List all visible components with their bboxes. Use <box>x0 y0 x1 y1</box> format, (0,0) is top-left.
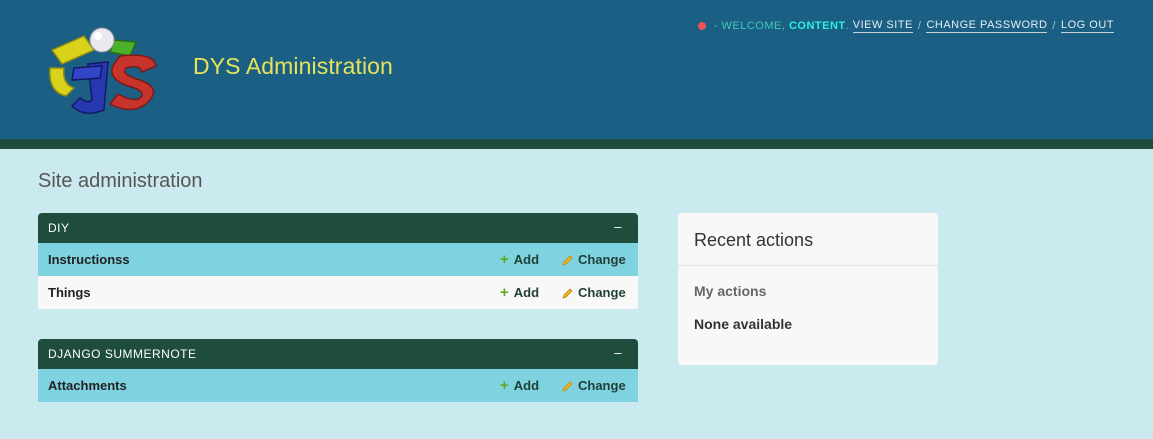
user-tools: - Welcome, content . View site / Change … <box>697 19 1114 33</box>
recent-actions-panel: Recent actions My actions None available <box>678 213 938 365</box>
log-out-link[interactable]: Log out <box>1060 19 1114 33</box>
view-site-link[interactable]: View site <box>852 19 913 33</box>
add-button[interactable]: + Add <box>500 252 539 267</box>
add-label: Add <box>513 378 540 393</box>
pencil-icon <box>562 254 573 266</box>
app-module-diy: DIY – Instructionss + Add Change Things … <box>38 213 638 309</box>
plus-icon: + <box>500 251 509 268</box>
module-caption[interactable]: DIY – <box>38 213 638 243</box>
page-title: Site administration <box>38 170 203 192</box>
username-dot: . <box>845 20 853 32</box>
module-caption-label[interactable]: Django Summernote <box>48 347 197 361</box>
separator: / <box>1052 20 1056 32</box>
username: content <box>788 20 846 32</box>
change-button[interactable]: Change <box>562 378 626 393</box>
red-dot-icon <box>697 22 706 30</box>
model-row: Things + Add Change <box>38 276 638 309</box>
model-row: Instructionss + Add Change <box>38 243 638 276</box>
model-link[interactable]: Attachments <box>48 378 638 393</box>
welcome-label: - Welcome, <box>713 20 786 32</box>
site-name[interactable]: DYS Administration <box>193 53 393 80</box>
collapse-icon[interactable]: – <box>614 345 622 360</box>
module-caption-label[interactable]: DIY <box>48 221 70 235</box>
add-button[interactable]: + Add <box>500 285 539 300</box>
none-available-text: None available <box>694 316 793 332</box>
change-button[interactable]: Change <box>562 252 626 267</box>
collapse-icon[interactable]: – <box>614 219 622 234</box>
change-label: Change <box>578 252 626 267</box>
model-link[interactable]: Instructionss <box>48 252 638 267</box>
plus-icon: + <box>500 284 509 301</box>
recent-actions-title: Recent actions <box>678 213 938 266</box>
add-label: Add <box>513 252 540 267</box>
header-stripe <box>0 139 1153 149</box>
app-module-django-summernote: Django Summernote – Attachments + Add Ch… <box>38 339 638 402</box>
plus-icon: + <box>500 377 509 394</box>
change-password-link[interactable]: Change password <box>926 19 1048 33</box>
module-caption[interactable]: Django Summernote – <box>38 339 638 369</box>
add-label: Add <box>513 285 540 300</box>
pencil-icon <box>562 287 573 299</box>
add-button[interactable]: + Add <box>500 378 539 393</box>
separator: / <box>917 20 922 32</box>
change-label: Change <box>578 378 626 393</box>
model-link[interactable]: Things <box>48 285 638 300</box>
change-button[interactable]: Change <box>562 285 626 300</box>
logo-image <box>44 22 164 122</box>
change-label: Change <box>578 285 626 300</box>
pencil-icon <box>562 380 573 392</box>
model-row: Attachments + Add Change <box>38 369 638 402</box>
my-actions-heading: My actions <box>694 283 767 299</box>
